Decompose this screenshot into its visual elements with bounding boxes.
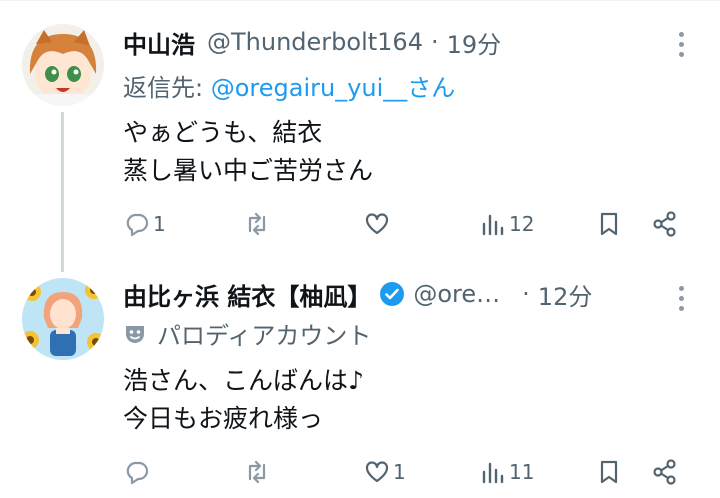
bookmark-icon [600,212,618,236]
tweet-text-line: 今日もお疲れ様っ [123,404,324,433]
view-count: 11 [509,460,535,484]
parody-label-text: パロディアカウント [157,322,372,350]
tweet-header: 由比ヶ浜 結衣【柚凪】 @ore… · 12分 [123,276,592,312]
views-button[interactable]: 11 [479,454,534,490]
separator-dot: · [522,280,530,308]
separator-dot: · [430,28,439,56]
tweet-header: 中山浩 @Thunderbolt164 · 19分 [123,24,501,60]
avatar[interactable] [22,24,104,106]
bookmark-button[interactable] [595,454,623,490]
reply-button[interactable]: 1 [123,206,166,242]
reply-to-prefix: 返信先: [123,74,211,102]
share-icon [653,459,676,485]
tweet-time[interactable]: 12分 [538,277,593,312]
more-vertical-icon[interactable] [676,286,686,311]
verified-badge-icon[interactable] [379,281,405,307]
reply-count: 1 [153,212,166,236]
tweet-actions: 1 11 [123,454,693,490]
display-name[interactable]: 中山浩 [123,25,195,60]
tweet-time[interactable]: 19分 [447,25,502,60]
retweet-icon [248,460,266,484]
user-handle[interactable]: @Thunderbolt164 [207,28,423,56]
tweet-text-line: 浩さん、こんばんは♪ [123,366,364,395]
tweet-actions: 1 12 [123,206,693,242]
like-button[interactable]: 1 [363,454,406,490]
tweet-text-line: 蒸し暑い中ご苦労さん [123,156,374,185]
bookmark-button[interactable] [595,206,623,242]
display-name[interactable]: 由比ヶ浜 結衣【柚凪】 [123,277,371,312]
tweet-text-line: やぁどうも、結衣 [123,118,323,147]
top-divider [0,0,720,1]
views-button[interactable]: 12 [479,206,534,242]
share-button[interactable] [651,454,679,490]
heart-icon [365,461,389,483]
reply-bubble-icon [126,213,149,237]
more-vertical-icon[interactable] [676,32,686,57]
like-count: 1 [393,460,406,484]
tweet-text: 浩さん、こんばんは♪ 今日もお疲れ様っ [123,362,364,438]
tweet-text: やぁどうも、結衣 蒸し暑い中ご苦労さん [123,114,373,190]
avatar[interactable] [22,278,104,360]
reply-to: 返信先: @oregairu_yui__さん [123,68,455,103]
like-button[interactable] [363,206,393,242]
reply-button[interactable] [123,454,153,490]
heart-icon [365,213,389,235]
share-icon [653,211,676,237]
retweet-button[interactable] [243,454,273,490]
theater-mask-icon [126,325,144,343]
user-handle[interactable]: @ore… [413,280,500,308]
parody-label: パロディアカウント [123,316,371,351]
retweet-icon [248,212,266,236]
bookmark-icon [600,460,618,484]
reply-mention-link[interactable]: @oregairu_yui__さん [211,74,456,102]
views-bar-chart-icon [482,462,504,484]
reply-bubble-icon [126,461,149,485]
views-bar-chart-icon [482,214,504,236]
share-button[interactable] [651,206,679,242]
retweet-button[interactable] [243,206,273,242]
thread-connector-line [61,112,64,272]
view-count: 12 [509,212,535,236]
